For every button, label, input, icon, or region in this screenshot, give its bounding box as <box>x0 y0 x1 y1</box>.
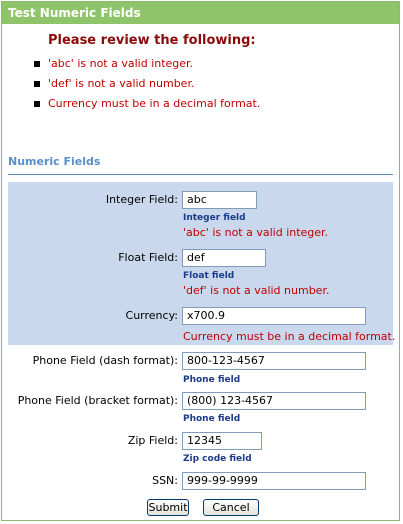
phone-bracket-hint: Phone field <box>183 414 241 424</box>
error-item: Currency must be in a decimal format. <box>2 94 399 114</box>
float-field[interactable]: def <box>182 249 266 267</box>
float-hint: Float field <box>183 271 235 281</box>
currency-field[interactable]: x700.9 <box>182 307 366 325</box>
phone-dash-hint: Phone field <box>183 375 241 385</box>
section-divider <box>8 174 393 175</box>
integer-field[interactable]: abc <box>182 191 257 209</box>
errors-heading: Please review the following: <box>48 33 256 48</box>
error-item: 'abc' is not a valid integer. <box>2 54 399 74</box>
bullet-icon <box>34 101 40 107</box>
ssn-label: SSN: <box>152 474 178 487</box>
phone-dash-field[interactable]: 800-123-4567 <box>182 352 366 370</box>
phone-bracket-label: Phone Field (bracket format): <box>17 394 178 407</box>
phone-bracket-field[interactable]: (800) 123-4567 <box>182 392 366 410</box>
error-list: 'abc' is not a valid integer. 'def' is n… <box>2 54 399 114</box>
bullet-icon <box>34 81 40 87</box>
float-label: Float Field: <box>118 251 178 264</box>
currency-error: Currency must be in a decimal format. <box>183 330 396 343</box>
phone-dash-label: Phone Field (dash format): <box>32 354 178 367</box>
section-title: Numeric Fields <box>8 155 101 168</box>
zip-field[interactable]: 12345 <box>182 432 262 450</box>
ssn-field[interactable]: 999-99-9999 <box>182 472 366 490</box>
integer-hint: Integer field <box>183 213 246 223</box>
bullet-icon <box>34 61 40 67</box>
submit-button[interactable]: Submit <box>147 499 189 516</box>
cancel-button[interactable]: Cancel <box>203 499 259 516</box>
integer-label: Integer Field: <box>105 193 178 206</box>
zip-label: Zip Field: <box>127 434 178 447</box>
integer-error: 'abc' is not a valid integer. <box>183 226 329 239</box>
zip-hint: Zip code field <box>183 454 252 464</box>
error-item: 'def' is not a valid number. <box>2 74 399 94</box>
currency-label: Currency: <box>125 309 178 322</box>
dialog-window: Test Numeric Fields Please review the fo… <box>1 1 400 521</box>
float-error: 'def' is not a valid number. <box>183 284 330 297</box>
window-title: Test Numeric Fields <box>2 2 399 24</box>
